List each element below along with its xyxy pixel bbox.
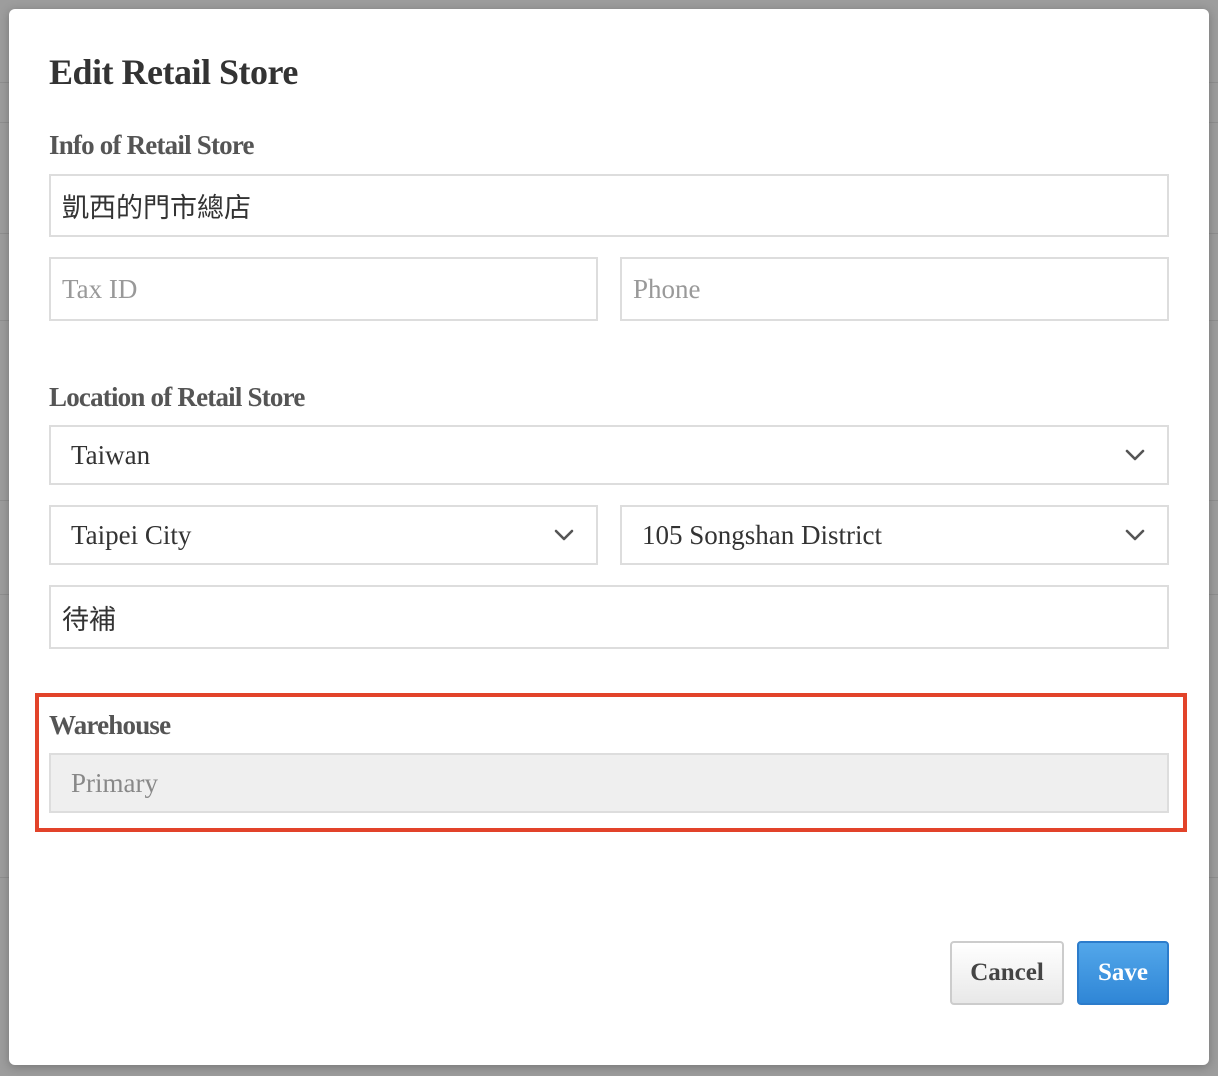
tax-id-input[interactable] — [49, 257, 598, 321]
location-section-label: Location of Retail Store — [49, 382, 305, 412]
district-select[interactable]: 105 Songshan District — [620, 505, 1169, 565]
chevron-down-icon — [1125, 529, 1145, 541]
chevron-down-icon — [554, 529, 574, 541]
warehouse-section-label: Warehouse — [49, 710, 171, 740]
phone-input[interactable] — [620, 257, 1169, 321]
city-select[interactable]: Taipei City — [49, 505, 598, 565]
store-name-input[interactable] — [49, 174, 1169, 237]
chevron-down-icon — [1125, 449, 1145, 461]
cancel-button[interactable]: Cancel — [950, 941, 1064, 1005]
warehouse-input — [49, 753, 1169, 813]
country-select[interactable]: Taiwan — [49, 425, 1169, 485]
address-input[interactable] — [49, 585, 1169, 649]
dialog-title: Edit Retail Store — [49, 52, 298, 92]
edit-retail-store-dialog: Edit Retail Store Info of Retail Store L… — [9, 9, 1209, 1065]
district-select-value: 105 Songshan District — [642, 519, 882, 550]
city-select-value: Taipei City — [71, 519, 192, 550]
country-select-value: Taiwan — [71, 439, 151, 470]
save-button[interactable]: Save — [1077, 941, 1169, 1005]
info-section-label: Info of Retail Store — [49, 130, 255, 160]
